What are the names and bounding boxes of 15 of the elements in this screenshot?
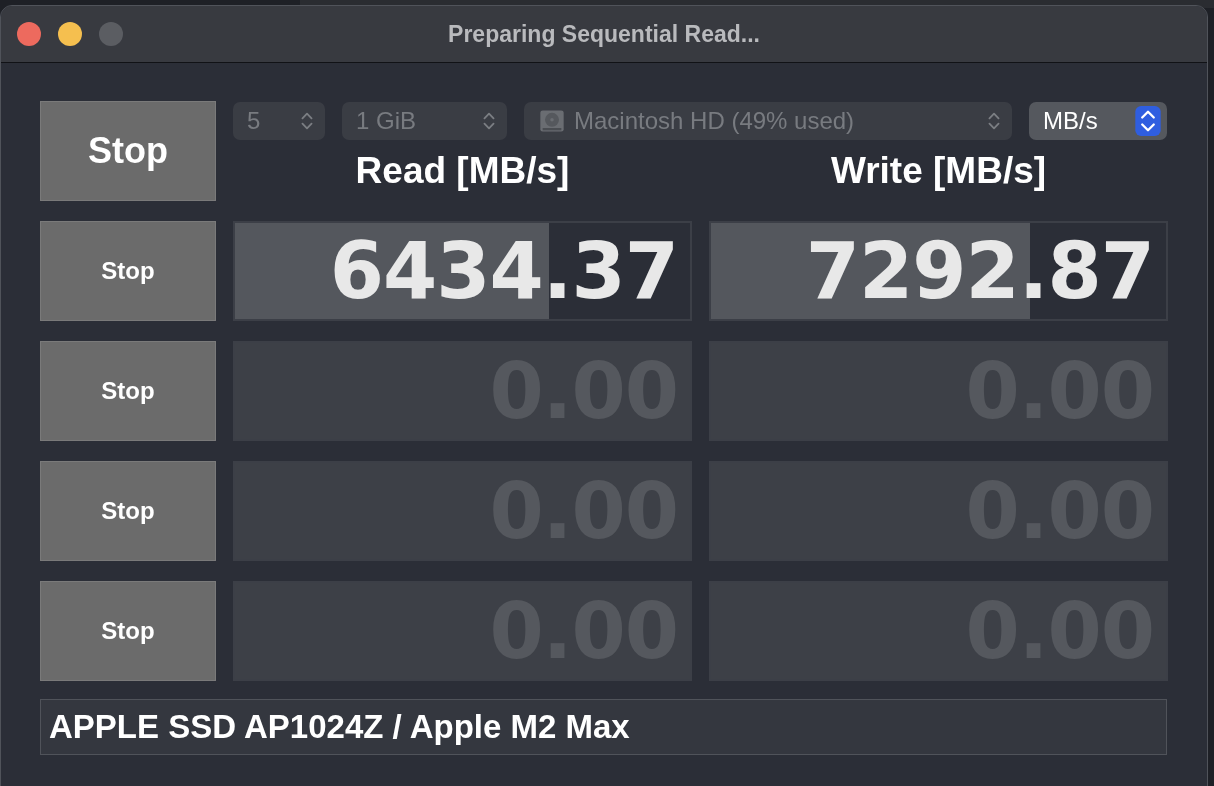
close-icon[interactable] xyxy=(17,22,41,46)
stop-button[interactable]: Stop xyxy=(40,221,216,321)
column-header: Write [MB/s] xyxy=(829,150,1048,192)
minimize-icon[interactable] xyxy=(58,22,82,46)
column-header: Read [MB/s] xyxy=(354,150,571,192)
stop-button[interactable]: Stop xyxy=(40,461,216,561)
stop-all-button[interactable]: Stop xyxy=(40,101,216,201)
speed-value: 7292.87 xyxy=(805,226,1154,316)
unit-popup[interactable]: MB/s xyxy=(1029,102,1167,140)
stop-button[interactable]: Stop xyxy=(40,341,216,441)
device-label: APPLE SSD AP1024Z / Apple M2 Max xyxy=(40,699,1167,755)
speed-value: 6434.37 xyxy=(329,226,678,316)
stop-button[interactable]: Stop xyxy=(40,581,216,681)
window-title: Preparing Sequential Read... xyxy=(448,20,760,48)
stepper-icon xyxy=(1133,106,1163,136)
